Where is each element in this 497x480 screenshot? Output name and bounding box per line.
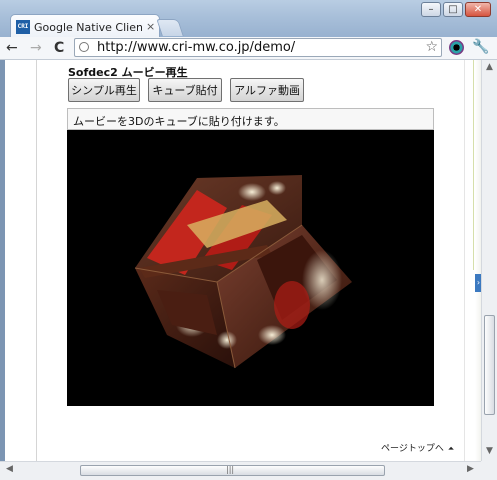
extension-icon[interactable] xyxy=(449,40,464,55)
demo-button-row: シンプル再生 キューブ貼付 アルファ動画 xyxy=(68,78,304,102)
tab-title: Google Native Clientデモ xyxy=(34,20,142,34)
scroll-left-icon[interactable]: ◀ xyxy=(6,464,13,474)
vertical-scrollbar[interactable]: ▲ ▼ xyxy=(481,60,497,461)
browser-tab[interactable]: CRI Google Native Clientデモ × xyxy=(10,14,160,38)
rotating-cube-image xyxy=(134,175,352,369)
vertical-scroll-thumb[interactable] xyxy=(484,315,495,415)
back-icon[interactable]: ← xyxy=(6,40,18,56)
page-top-link[interactable]: ページトップへ ⏶ xyxy=(381,441,454,454)
cri-favicon-icon: CRI xyxy=(16,19,30,34)
browser-window: – □ ✕ CRI Google Native Clientデモ × ← → C… xyxy=(0,0,497,480)
bookmark-star-icon[interactable]: ☆ xyxy=(425,39,438,55)
wrench-icon[interactable]: 🔧 xyxy=(472,39,489,55)
double-chevron-up-icon: ⏶ xyxy=(447,444,455,453)
side-decoration xyxy=(473,60,474,270)
window-controls: – □ ✕ xyxy=(421,2,491,17)
address-bar[interactable]: http://www.cri-mw.co.jp/demo/ ☆ xyxy=(74,38,442,57)
forward-icon[interactable]: → xyxy=(30,40,42,56)
left-divider xyxy=(36,60,37,461)
description-box: ムービーを3Dのキューブに貼り付けます。 xyxy=(67,108,434,130)
reload-icon[interactable]: C xyxy=(54,40,64,56)
scroll-grip: ||| xyxy=(226,465,235,474)
close-window-button[interactable]: ✕ xyxy=(465,2,491,17)
maximize-button[interactable]: □ xyxy=(443,2,463,17)
scroll-up-icon[interactable]: ▲ xyxy=(486,62,493,72)
tab-close-icon[interactable]: × xyxy=(146,20,155,33)
new-tab-button[interactable] xyxy=(156,19,184,36)
simple-play-button[interactable]: シンプル再生 xyxy=(68,78,140,102)
minimize-button[interactable]: – xyxy=(421,2,441,17)
page-top-label[interactable]: ページトップへ xyxy=(381,444,444,454)
scroll-down-icon[interactable]: ▼ xyxy=(486,446,493,456)
description-text: ムービーを3Dのキューブに貼り付けます。 xyxy=(73,115,285,128)
scroll-corner xyxy=(481,461,497,480)
right-divider xyxy=(464,60,465,461)
title-bar: – □ ✕ CRI Google Native Clientデモ × xyxy=(0,0,497,39)
alpha-movie-button[interactable]: アルファ動画 xyxy=(230,78,304,102)
movie-canvas[interactable] xyxy=(67,130,434,406)
url-text[interactable]: http://www.cri-mw.co.jp/demo/ xyxy=(97,40,295,55)
scroll-right-icon[interactable]: ▶ xyxy=(467,464,474,474)
horizontal-scrollbar[interactable]: ◀ ||| ▶ xyxy=(0,461,481,480)
horizontal-scroll-thumb[interactable]: ||| xyxy=(80,465,385,476)
browser-toolbar: ← → C http://www.cri-mw.co.jp/demo/ ☆ 🔧 xyxy=(0,37,497,60)
cube-texture-button[interactable]: キューブ貼付 xyxy=(148,78,222,102)
globe-icon xyxy=(79,42,89,52)
